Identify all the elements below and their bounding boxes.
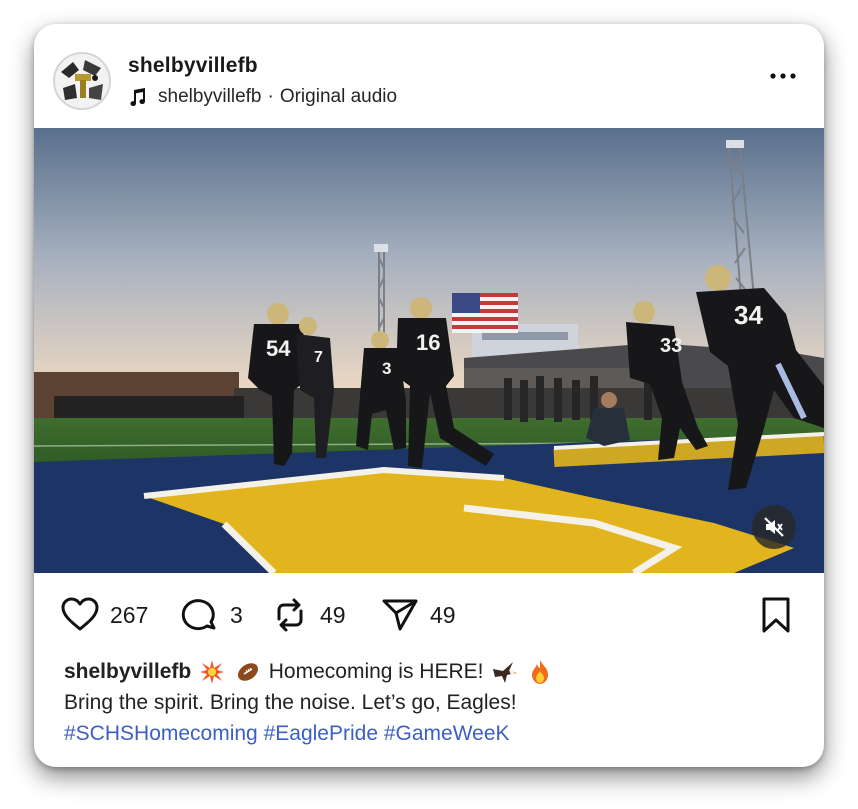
post-header: shelbyvillefb shelbyvillefb · Original a…	[34, 24, 824, 128]
audio-label: Original audio	[279, 86, 398, 107]
repost-count: 49	[320, 601, 346, 628]
like-count: 267	[110, 601, 149, 628]
collision-emoji-icon	[200, 660, 225, 685]
audio-author: shelbyvillefb	[158, 86, 262, 107]
post-media[interactable]: 54 7 3 16 33 34	[34, 128, 824, 573]
audio-separator: ·	[267, 86, 274, 107]
profile-avatar[interactable]	[53, 52, 111, 110]
caption-username[interactable]: shelbyvillefb	[64, 660, 191, 683]
caption-line-1: shelbyvillefb Homecoming is HERE!	[64, 656, 804, 687]
repost-button[interactable]: 49	[270, 595, 346, 635]
more-options-icon[interactable]	[768, 68, 798, 84]
jersey-number-54: 54	[266, 336, 291, 361]
hashtag-gameweek[interactable]: #GameWeeK	[384, 722, 510, 745]
music-note-icon	[130, 88, 146, 107]
caption-headline: Homecoming is HERE!	[268, 660, 484, 683]
jersey-number-3: 3	[382, 359, 391, 378]
speaker-muted-icon	[764, 517, 784, 537]
post-actions: 267 3 49 49	[34, 573, 824, 663]
comment-button[interactable]: 3	[180, 595, 243, 635]
post-card: shelbyvillefb shelbyvillefb · Original a…	[34, 24, 824, 767]
repost-icon	[277, 598, 303, 632]
post-username[interactable]: shelbyvillefb	[128, 54, 258, 78]
hashtag-schshomecoming[interactable]: #SCHSHomecoming	[64, 722, 258, 745]
football-team-photo: 54 7 3 16 33 34	[34, 128, 824, 573]
jersey-number-33: 33	[660, 335, 682, 357]
send-paper-plane-icon	[382, 599, 418, 631]
mute-toggle-button[interactable]	[752, 505, 796, 549]
bookmark-icon[interactable]	[756, 595, 796, 635]
caption-line-2: Bring the spirit. Bring the noise. Let’s…	[64, 691, 517, 714]
post-caption: shelbyvillefb Homecoming is HERE! Bring	[64, 656, 804, 749]
jersey-number-34: 34	[734, 300, 763, 330]
eagle-emoji-icon	[493, 662, 518, 684]
hashtag-eaglepride[interactable]: #EaglePride	[264, 722, 378, 745]
audio-attribution[interactable]: shelbyvillefb · Original audio	[128, 85, 397, 109]
like-button[interactable]: 267	[60, 595, 148, 635]
share-button[interactable]: 49	[380, 595, 456, 635]
fire-emoji-icon	[532, 660, 549, 685]
football-emoji-icon	[237, 663, 258, 682]
heart-icon	[61, 597, 99, 631]
share-count: 49	[430, 601, 456, 628]
jersey-number-16: 16	[416, 330, 440, 355]
comment-count: 3	[230, 601, 243, 628]
caption-hashtags: #SCHSHomecoming #EaglePride #GameWeeK	[64, 718, 804, 749]
comment-bubble-icon	[181, 599, 216, 631]
jersey-number-7: 7	[314, 349, 323, 366]
eagles-logo-icon	[55, 54, 109, 108]
